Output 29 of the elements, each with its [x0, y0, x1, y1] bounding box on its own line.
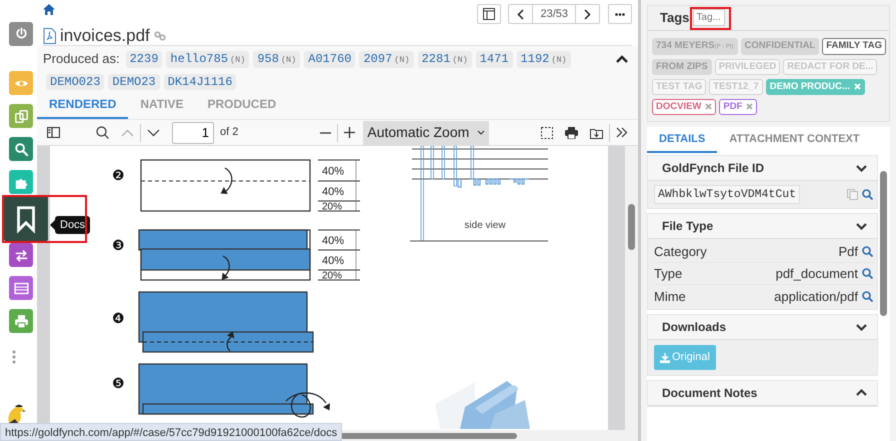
percent-label: 20%	[322, 270, 342, 282]
section-title: Downloads	[662, 319, 726, 336]
step-number: ❹	[112, 311, 125, 327]
step-number: ❷	[112, 168, 125, 184]
page-count: of 2	[220, 125, 238, 140]
percent-label: 40%	[322, 255, 344, 267]
percent-label: 20%	[322, 202, 342, 212]
section-title: File Type	[662, 218, 714, 236]
percent-label: 40%	[322, 166, 344, 178]
step-number: ❸	[112, 238, 125, 254]
field-value: Pdf	[838, 243, 858, 261]
field-label: Mime	[654, 288, 686, 306]
document-title: invoices.pdf	[60, 25, 150, 48]
step-number: ❺	[112, 376, 125, 392]
percent-label: 40%	[322, 235, 344, 247]
tags-heading: Tags	[660, 9, 690, 27]
tooltip: Docs	[50, 216, 90, 234]
figure-caption: side view	[464, 220, 506, 231]
section-title: Document Notes	[662, 384, 758, 402]
section-title: GoldFynch File ID	[662, 160, 764, 177]
field-value: pdf_document	[776, 265, 858, 283]
url-tooltip: https://goldfynch.com/app/#/case/57cc79d91921000100fa62ce/docs	[0, 423, 342, 441]
field-label: Type	[654, 265, 682, 283]
field-label: Category	[654, 243, 707, 261]
page-counter: 23/53	[532, 5, 576, 23]
produced-as-label: Produced as:	[43, 51, 120, 68]
file-id-field: AWhbklwTsytoVDM4tCut	[654, 185, 800, 204]
percent-label: 40%	[322, 186, 344, 198]
field-value: application/pdf	[774, 288, 858, 306]
